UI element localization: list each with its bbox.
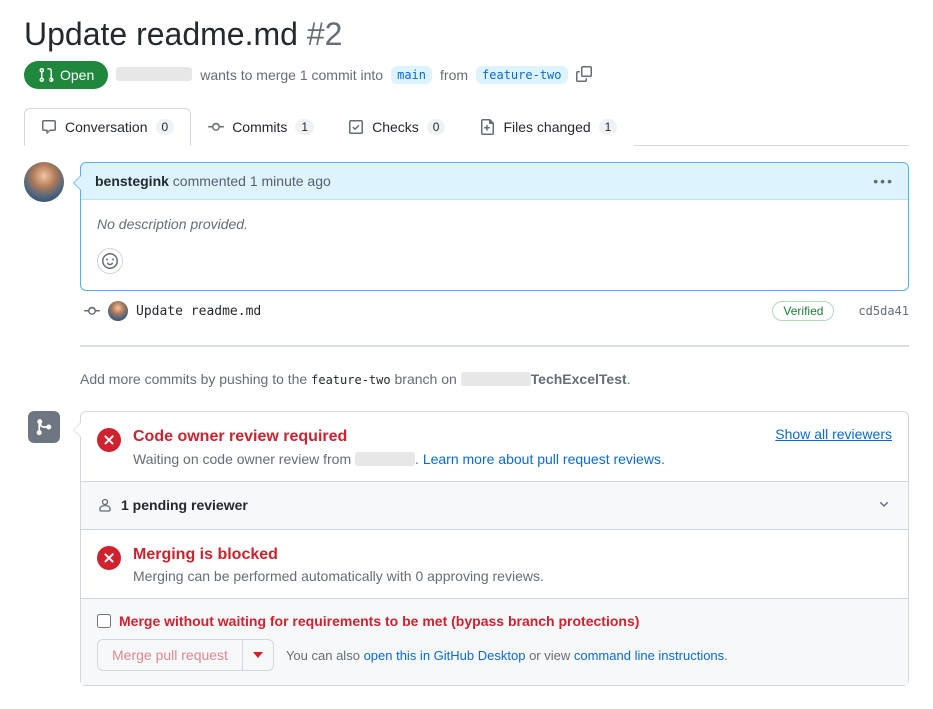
commit-icon: [84, 303, 100, 319]
chevron-down-icon[interactable]: [876, 496, 892, 515]
redacted-author: [116, 67, 192, 81]
show-all-reviewers-link[interactable]: Show all reviewers: [775, 426, 892, 442]
comment-time[interactable]: 1 minute ago: [250, 173, 331, 189]
conversation-count: 0: [156, 119, 175, 135]
pending-reviewer-section[interactable]: 1 pending reviewer: [81, 482, 908, 530]
merging-blocked-section: Merging is blocked Merging can be perfor…: [81, 530, 908, 599]
pending-reviewer-text: 1 pending reviewer: [121, 497, 248, 513]
kebab-menu-icon[interactable]: •••: [873, 173, 894, 189]
tab-checks-label: Checks: [372, 119, 419, 135]
error-x-icon: [97, 546, 121, 570]
redacted-codeowner: [355, 452, 415, 466]
comment-body: No description provided.: [81, 200, 908, 248]
main-column: benstegink commented 1 minute ago ••• No…: [80, 162, 909, 347]
commented-text: commented: [173, 173, 246, 189]
tab-files[interactable]: Files changed 1: [462, 108, 634, 146]
open-state-badge: Open: [24, 61, 108, 89]
comment-box: benstegink commented 1 minute ago ••• No…: [80, 162, 909, 291]
review-required-title: Code owner review required: [133, 426, 763, 448]
commit-sha[interactable]: cd5da41: [858, 304, 909, 318]
merge-actions-section: Merge without waiting for requirements t…: [81, 599, 908, 685]
tab-checks[interactable]: Checks 0: [331, 108, 462, 146]
redacted-owner: [461, 372, 531, 386]
caret-down-icon: [253, 650, 263, 660]
comment-author[interactable]: benstegink: [95, 173, 169, 189]
bypass-checkbox-row[interactable]: Merge without waiting for requirements t…: [97, 613, 639, 629]
open-label: Open: [60, 67, 94, 83]
merge-status-icon: [28, 411, 60, 443]
review-required-section: Code owner review required Waiting on co…: [81, 412, 908, 482]
comment-icon: [41, 119, 57, 135]
from-text: from: [440, 67, 468, 83]
learn-more-link[interactable]: Learn more about pull request reviews.: [423, 451, 665, 467]
verified-badge[interactable]: Verified: [772, 301, 834, 321]
merging-blocked-sub: Merging can be performed automatically w…: [133, 568, 544, 584]
open-desktop-link[interactable]: open this in GitHub Desktop: [364, 648, 526, 663]
smiley-icon: [102, 253, 118, 269]
tab-commits[interactable]: Commits 1: [191, 108, 331, 146]
merge-dropdown-button[interactable]: [243, 639, 274, 671]
push-hint: Add more commits by pushing to the featu…: [80, 371, 909, 403]
timeline: benstegink commented 1 minute ago ••• No…: [24, 162, 909, 347]
avatar[interactable]: [24, 162, 64, 202]
commit-row: Update readme.md Verified cd5da41: [80, 291, 909, 331]
commit-author-avatar[interactable]: [108, 301, 128, 321]
pr-title-text: Update readme.md: [24, 16, 298, 52]
person-icon: [97, 497, 113, 513]
divider: [80, 345, 909, 347]
tabs: Conversation 0 Commits 1 Checks 0 Files …: [24, 107, 909, 146]
pr-title: Update readme.md #2: [24, 16, 909, 53]
tab-files-label: Files changed: [503, 119, 590, 135]
review-required-sub: Waiting on code owner review from . Lear…: [133, 451, 763, 467]
bypass-checkbox[interactable]: [97, 614, 111, 628]
tab-commits-label: Commits: [232, 119, 287, 135]
commits-icon: [208, 119, 224, 135]
checks-count: 0: [427, 119, 446, 135]
head-branch[interactable]: feature-two: [476, 66, 567, 84]
git-merge-icon: [35, 418, 53, 436]
left-gutter: [24, 162, 64, 202]
copy-icon[interactable]: [576, 66, 592, 85]
commit-right: Verified cd5da41: [772, 301, 909, 321]
tab-conversation-label: Conversation: [65, 119, 148, 135]
merge-button-group: Merge pull request You can also open thi…: [97, 639, 728, 671]
cli-instructions-link[interactable]: command line instructions: [574, 648, 724, 663]
push-hint-row: Add more commits by pushing to the featu…: [24, 371, 909, 403]
pull-request-icon: [38, 67, 54, 83]
checks-icon: [348, 119, 364, 135]
pr-meta: Open wants to merge 1 commit into main f…: [24, 61, 909, 89]
pr-header: Update readme.md #2 Open wants to merge …: [24, 16, 909, 89]
pr-number: #2: [307, 16, 343, 52]
merging-blocked-title: Merging is blocked: [133, 544, 544, 566]
merge-section: Code owner review required Waiting on co…: [24, 411, 909, 686]
push-hint-repo: TechExcelTest: [531, 371, 627, 387]
error-x-icon: [97, 428, 121, 452]
merge-text: wants to merge 1 commit into: [200, 67, 383, 83]
reaction-row: [81, 248, 908, 290]
merge-pull-request-button[interactable]: Merge pull request: [97, 639, 243, 671]
push-hint-mid: branch on: [395, 371, 457, 387]
files-count: 1: [599, 119, 618, 135]
push-hint-branch: feature-two: [311, 373, 390, 387]
add-reaction-button[interactable]: [97, 248, 123, 274]
merge-also-text: You can also open this in GitHub Desktop…: [286, 648, 728, 663]
commits-count: 1: [295, 119, 314, 135]
merge-panel: Code owner review required Waiting on co…: [80, 411, 909, 686]
diff-icon: [479, 119, 495, 135]
push-hint-prefix: Add more commits by pushing to the: [80, 371, 307, 387]
commit-message[interactable]: Update readme.md: [136, 304, 261, 319]
tab-conversation[interactable]: Conversation 0: [24, 108, 191, 146]
push-hint-end: .: [627, 371, 631, 387]
comment-header: benstegink commented 1 minute ago •••: [81, 163, 908, 200]
merge-gutter: [24, 411, 64, 443]
bypass-label: Merge without waiting for requirements t…: [119, 613, 639, 629]
base-branch[interactable]: main: [391, 66, 432, 84]
